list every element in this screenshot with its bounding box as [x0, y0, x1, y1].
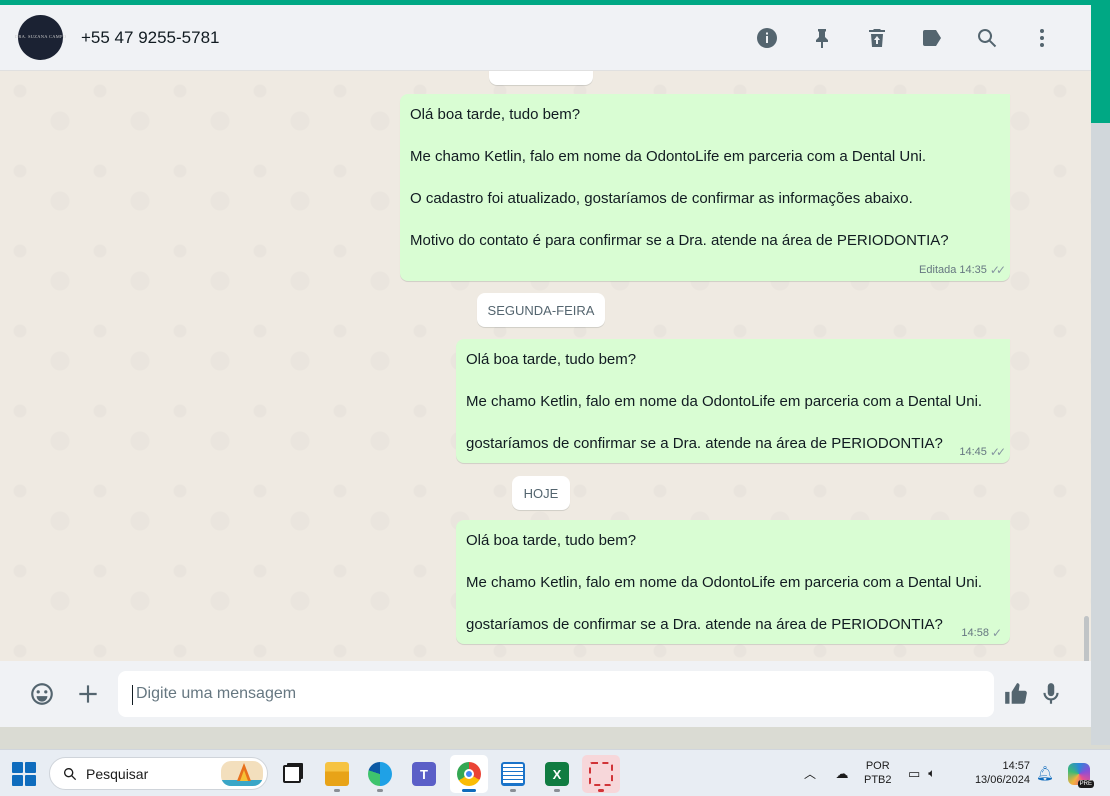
whatsapp-chat-window: DRA. SUZANA CAMPO +55 47 9255-5781 Olá b…: [0, 5, 1091, 727]
taskbar-search[interactable]: Pesquisar: [49, 757, 268, 790]
date-chip: HOJE: [512, 476, 570, 510]
chrome-icon[interactable]: [450, 755, 488, 793]
system-clock[interactable]: 14:57 13/06/2024: [962, 759, 1030, 787]
message-meta: Editada 14:35 ✓✓: [919, 263, 1006, 277]
pin-icon[interactable]: [794, 18, 849, 58]
search-highlight-image: [221, 761, 263, 786]
language-code: POR: [865, 760, 890, 772]
header-actions: [739, 5, 1069, 71]
copilot-icon[interactable]: PRE: [1068, 750, 1094, 796]
excel-icon[interactable]: X: [538, 755, 576, 793]
right-edge-strip: [1091, 5, 1110, 745]
message-line: Me chamo Ketlin, falo em nome da OdontoL…: [410, 148, 927, 165]
teams-icon[interactable]: T: [405, 755, 443, 793]
windows-start-icon[interactable]: [12, 762, 36, 786]
task-view-icon[interactable]: [273, 755, 311, 793]
message-composer: [0, 661, 1091, 727]
text-caret: [132, 685, 133, 705]
contact-avatar[interactable]: DRA. SUZANA CAMPO: [14, 15, 67, 60]
emoji-icon[interactable]: [27, 679, 57, 709]
contact-name[interactable]: +55 47 9255-5781: [81, 28, 220, 48]
avatar-logo-text: DRA. SUZANA CAMPO: [14, 35, 67, 40]
thumbs-up-icon[interactable]: [1001, 679, 1031, 709]
network-icon: ▭: [908, 765, 921, 781]
message-line: Me chamo Ketlin, falo em nome da OdontoL…: [466, 393, 983, 410]
message-time: 14:35: [959, 264, 987, 276]
message-bubble[interactable]: Olá boa tarde, tudo bem? Me chamo Ketlin…: [400, 94, 1010, 281]
date-chip-partial: [489, 71, 593, 85]
chat-header: DRA. SUZANA CAMPO +55 47 9255-5781: [0, 5, 1091, 71]
windows-taskbar: Pesquisar T X ︿ ☁ POR PTB2 ▭ 🔈︎ 14:57 13…: [0, 749, 1110, 796]
edited-label: Editada: [919, 264, 957, 276]
message-line: Me chamo Ketlin, falo em nome da OdontoL…: [466, 574, 983, 591]
message-line: gostaríamos de confirmar se a Dra. atend…: [466, 616, 943, 633]
message-line: Olá boa tarde, tudo bem?: [466, 532, 637, 549]
tray-status-icons[interactable]: ▭ 🔈︎: [908, 750, 936, 796]
message-line: O cadastro foi atualizado, gostaríamos d…: [410, 190, 913, 207]
chat-scrollbar[interactable]: [1084, 616, 1089, 661]
label-icon[interactable]: [904, 18, 959, 58]
message-line: Motivo do contato é para confirmar se a …: [410, 232, 949, 249]
message-list[interactable]: Olá boa tarde, tudo bem? Me chamo Ketlin…: [0, 71, 1091, 661]
keyboard-layout: PTB2: [864, 774, 892, 786]
message-time: 14:58: [961, 627, 989, 639]
microphone-icon[interactable]: [1036, 679, 1066, 709]
clock-time: 14:57: [1002, 760, 1030, 772]
info-icon[interactable]: [739, 18, 794, 58]
search-icon[interactable]: [959, 18, 1014, 58]
message-bubble[interactable]: Olá boa tarde, tudo bem? Me chamo Ketlin…: [456, 520, 1010, 644]
message-line: gostaríamos de confirmar se a Dra. atend…: [466, 435, 943, 452]
search-icon: [64, 767, 77, 780]
snipping-tool-icon[interactable]: [582, 755, 620, 793]
file-explorer-icon[interactable]: [318, 755, 356, 793]
date-chip: SEGUNDA-FEIRA: [477, 293, 605, 327]
right-accent-block: [1091, 5, 1110, 123]
delete-icon[interactable]: [849, 18, 904, 58]
plus-icon[interactable]: [73, 679, 103, 709]
message-meta: 14:45 ✓✓: [959, 445, 1006, 459]
system-tray: ︿ ☁: [800, 750, 852, 796]
message-line: Olá boa tarde, tudo bem?: [410, 106, 581, 123]
message-bubble[interactable]: Olá boa tarde, tudo bem? Me chamo Ketlin…: [456, 339, 1010, 463]
input-language[interactable]: POR PTB2: [864, 759, 892, 787]
edge-icon[interactable]: [361, 755, 399, 793]
copilot-pre-badge: PRE: [1077, 779, 1094, 788]
double-check-icon: ✓✓: [989, 263, 1006, 277]
single-check-icon: ✓: [991, 626, 1002, 640]
notification-bell-icon[interactable]: 🔔︎: [1036, 750, 1054, 796]
menu-icon[interactable]: [1014, 18, 1069, 58]
message-meta: 14:58 ✓: [961, 626, 1002, 640]
onedrive-offline-icon[interactable]: ☁: [832, 766, 852, 782]
chevron-up-icon[interactable]: ︿: [800, 765, 820, 782]
volume-icon: 🔈︎: [928, 766, 936, 780]
notepad-icon[interactable]: [494, 755, 532, 793]
search-label: Pesquisar: [86, 765, 149, 782]
clock-date: 13/06/2024: [974, 774, 1030, 786]
message-time: 14:45: [959, 446, 987, 458]
message-line: Olá boa tarde, tudo bem?: [466, 351, 637, 368]
double-check-icon: ✓✓: [989, 445, 1006, 459]
message-input[interactable]: [118, 671, 994, 717]
